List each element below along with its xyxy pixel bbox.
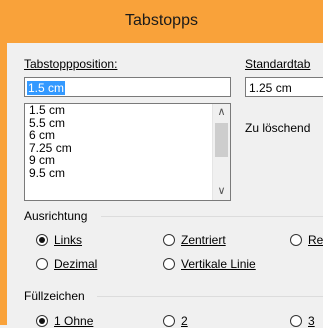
tab-position-label: Tabstoppposition: (24, 57, 117, 71)
leader-group-line (97, 296, 323, 297)
align-left-label: Links (54, 233, 83, 247)
leader-group-header: Füllzeichen (24, 289, 85, 303)
default-tab-label-text: Standardtab (245, 57, 311, 71)
list-item[interactable]: 5.5 cm (25, 116, 230, 130)
align-right-label: Re (308, 233, 323, 247)
radio-icon (163, 234, 175, 246)
list-item[interactable]: 7.25 cm (25, 141, 230, 155)
radio-selected-icon (36, 315, 48, 327)
title-bar[interactable]: Tabstopps (0, 0, 323, 43)
leader-none-radio[interactable]: 1 Ohne (36, 314, 93, 328)
list-scrollbar[interactable]: ∧ ∨ (212, 104, 230, 200)
leader-2-label: 2 (181, 314, 188, 328)
align-decimal-label: Dezimal (54, 257, 98, 271)
to-delete-label: Zu löschend (245, 121, 311, 135)
radio-icon (290, 234, 302, 246)
align-left-radio[interactable]: Links (36, 233, 82, 247)
list-item[interactable]: 9.5 cm (25, 166, 230, 180)
list-item[interactable]: 1.5 cm (25, 104, 230, 117)
scroll-down-icon[interactable]: ∨ (213, 183, 230, 200)
list-item[interactable]: 6 cm (25, 129, 230, 142)
radio-selected-icon (36, 234, 48, 246)
align-decimal-radio[interactable]: Dezimal (36, 257, 97, 271)
align-bar-radio[interactable]: Vertikale Linie (163, 257, 256, 271)
leader-2-radio[interactable]: 2 (163, 314, 188, 328)
default-tab-input[interactable]: 1.25 cm (245, 77, 323, 97)
align-bar-label: Vertikale Linie (181, 257, 256, 271)
alignment-group-line (101, 216, 323, 217)
tab-position-label-text: Tabstoppposition: (24, 57, 118, 71)
window-frame-left (0, 43, 7, 325)
tab-position-value: 1.5 cm (27, 81, 66, 95)
radio-icon (163, 258, 175, 270)
align-right-radio[interactable]: Re (290, 233, 323, 247)
default-tab-value: 1.25 cm (249, 81, 292, 95)
radio-icon (290, 315, 302, 327)
scroll-thumb[interactable] (215, 123, 228, 157)
radio-icon (36, 258, 48, 270)
leader-none-label: 1 Ohne (54, 314, 94, 328)
list-item[interactable]: 9 cm (25, 154, 230, 167)
leader-3-label: 3 (308, 314, 315, 328)
radio-icon (163, 315, 175, 327)
tab-position-input[interactable]: 1.5 cm (24, 77, 231, 97)
window-title: Tabstopps (125, 12, 198, 29)
align-center-label: Zentriert (181, 233, 226, 247)
default-tab-label: Standardtab (245, 57, 310, 71)
leader-3-radio[interactable]: 3 (290, 314, 315, 328)
tab-stop-list[interactable]: 1.5 cm 5.5 cm 6 cm 7.25 cm 9 cm 9.5 cm ∧… (24, 103, 231, 201)
scroll-up-icon[interactable]: ∧ (213, 104, 230, 121)
align-center-radio[interactable]: Zentriert (163, 233, 226, 247)
alignment-group-header: Ausrichtung (24, 209, 88, 223)
